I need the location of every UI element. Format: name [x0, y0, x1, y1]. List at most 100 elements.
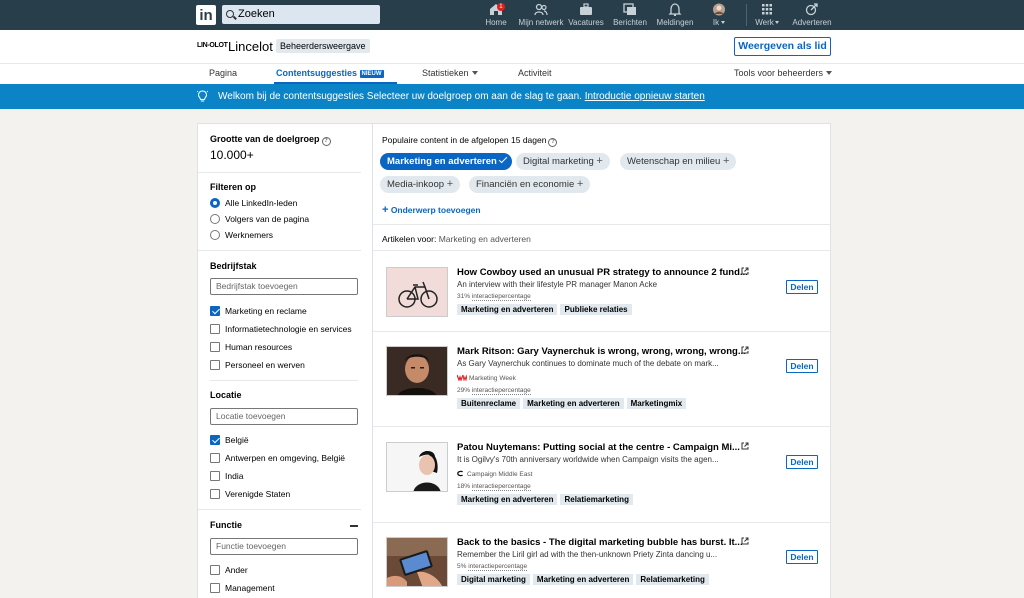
article-title[interactable]: Back to the basics - The digital marketi… — [457, 537, 747, 548]
topic-pill[interactable]: Digital marketing + — [516, 153, 610, 170]
function-input[interactable]: Functie toevoegen — [210, 538, 358, 555]
nav-messaging[interactable]: Berichten — [612, 3, 648, 27]
checkbox-industry[interactable]: Marketing en reclame — [210, 306, 307, 317]
ad-icon — [805, 3, 819, 16]
radio-all-members[interactable]: Alle LinkedIn-leden — [210, 198, 297, 209]
topic-label: Financiën en economie — [476, 179, 575, 190]
nav-home[interactable]: 1 Home — [484, 3, 508, 27]
nav-work[interactable]: Werk — [754, 3, 780, 27]
nav-advertise[interactable]: Adverteren — [790, 3, 834, 27]
help-icon[interactable]: ? — [548, 138, 558, 147]
radio-unselected[interactable] — [210, 214, 220, 224]
rate-label: interactiepercentage — [471, 387, 531, 395]
linkedin-logo[interactable]: in — [196, 5, 216, 25]
tab-statistics[interactable]: Statistieken — [422, 68, 478, 78]
checkbox-checked[interactable] — [210, 306, 220, 316]
tab-pagina[interactable]: Pagina — [209, 68, 237, 78]
location-input[interactable]: Locatie toevoegen — [210, 408, 358, 425]
external-link-icon[interactable] — [741, 346, 749, 354]
add-topic-button[interactable]: + Onderwerp toevoegen — [382, 204, 481, 216]
checkbox-location[interactable]: België — [210, 435, 249, 446]
share-button[interactable]: Delen — [786, 455, 818, 469]
phone-hands-image — [387, 538, 447, 586]
company-name[interactable]: Lincelot — [228, 39, 273, 54]
nav-network[interactable]: Mijn netwerk — [518, 3, 564, 27]
nav-jobs[interactable]: Vacatures — [568, 3, 604, 27]
checkbox-unchecked[interactable] — [210, 565, 220, 575]
external-link-icon[interactable] — [741, 267, 749, 275]
article-thumbnail[interactable] — [386, 346, 448, 396]
admin-tools-menu[interactable]: Tools voor beheerders — [734, 68, 833, 78]
topic-label: Wetenschap en milieu — [627, 156, 721, 167]
checkbox-unchecked[interactable] — [210, 342, 220, 352]
divider — [198, 509, 361, 510]
restart-intro-link[interactable]: Introductie opnieuw starten — [585, 91, 705, 102]
tab-activity[interactable]: Activiteit — [518, 68, 552, 78]
filter-panel: Grootte van de doelgroep? 10.000+ Filter… — [197, 123, 372, 598]
topic-pill[interactable]: Financiën en economie + — [469, 176, 591, 193]
radio-page-followers[interactable]: Volgers van de pagina — [210, 214, 309, 225]
share-button[interactable]: Delen — [786, 280, 818, 294]
article-tag: Publieke relaties — [560, 304, 632, 315]
article-subtitle: It is Ogilvy's 70th anniversary worldwid… — [457, 455, 719, 464]
view-as-member-button[interactable]: Weergeven als lid — [734, 37, 831, 56]
collapse-icon[interactable] — [350, 525, 358, 527]
checkbox-checked[interactable] — [210, 435, 220, 445]
checkbox-unchecked[interactable] — [210, 471, 220, 481]
share-button[interactable]: Delen — [786, 550, 818, 564]
article-thumbnail[interactable] — [386, 537, 448, 587]
rate-label: interactiepercentage — [471, 293, 531, 301]
topic-pill[interactable]: Media-inkoop + — [380, 176, 461, 193]
articles-label-text: Artikelen voor: — [382, 234, 437, 244]
search-icon — [226, 10, 234, 18]
checkbox-industry[interactable]: Personeel en werven — [210, 360, 305, 371]
radio-employees[interactable]: Werknemers — [210, 230, 273, 241]
checkbox-industry[interactable]: Human resources — [210, 342, 292, 353]
checkbox-unchecked[interactable] — [210, 453, 220, 463]
option-label: Marketing en reclame — [225, 306, 307, 316]
topic-label: Media-inkoop — [387, 179, 445, 190]
article-tag: Marketing en adverteren — [532, 574, 634, 585]
bell-icon — [668, 3, 682, 16]
industry-input[interactable]: Bedrijfstak toevoegen — [210, 278, 358, 295]
engagement-rate: 18% interactiepercentage — [457, 483, 531, 491]
nav-me[interactable]: Ik — [708, 3, 730, 27]
chevron-down-icon — [721, 21, 726, 24]
checkbox-function[interactable]: Ander — [210, 565, 248, 576]
checkbox-unchecked[interactable] — [210, 324, 220, 334]
nav-notifications[interactable]: Meldingen — [656, 3, 694, 27]
checkbox-industry[interactable]: Informatietechnologie en services — [210, 324, 352, 335]
checkbox-function[interactable]: Management — [210, 583, 275, 594]
article-thumbnail[interactable] — [386, 442, 448, 492]
checkbox-unchecked[interactable] — [210, 583, 220, 593]
topic-pill[interactable]: Wetenschap en milieu + — [620, 153, 737, 170]
avatar — [712, 3, 726, 16]
checkbox-location[interactable]: Verenigde Staten — [210, 489, 290, 500]
share-button[interactable]: Delen — [786, 359, 818, 373]
external-link-icon[interactable] — [741, 537, 749, 545]
article-title[interactable]: Mark Ritson: Gary Vaynerchuk is wrong, w… — [457, 346, 747, 357]
article-title[interactable]: Patou Nuytemans: Putting social at the c… — [457, 442, 747, 453]
messaging-icon — [623, 3, 637, 16]
article-title[interactable]: How Cowboy used an unusual PR strategy t… — [457, 267, 747, 278]
source-name: Marketing Week — [469, 375, 516, 382]
tab-content-suggestions[interactable]: Contentsuggesties NIEUW — [276, 68, 384, 78]
radio-selected[interactable] — [210, 198, 220, 208]
checkbox-unchecked[interactable] — [210, 360, 220, 370]
article-tags: Digital marketing Marketing en adverteren… — [457, 574, 712, 585]
external-link-icon[interactable] — [741, 442, 749, 450]
banner-text: Welkom bij de contentsuggesties Selectee… — [218, 91, 582, 102]
radio-unselected[interactable] — [210, 230, 220, 240]
article-tag: Marketing en adverteren — [523, 398, 624, 409]
checkbox-location[interactable]: India — [210, 471, 243, 482]
portrait-image — [387, 347, 447, 395]
banner-text-wrap: Welkom bij de contentsuggesties Selectee… — [218, 84, 705, 109]
topic-pill-selected[interactable]: Marketing en adverteren — [380, 153, 512, 170]
search-input[interactable]: Zoeken — [222, 5, 380, 24]
checkbox-unchecked[interactable] — [210, 489, 220, 499]
content-panel: Populaire content in de afgelopen 15 dag… — [372, 123, 831, 598]
help-icon[interactable]: ? — [321, 137, 331, 146]
checkbox-location[interactable]: Antwerpen en omgeving, België — [210, 453, 345, 464]
article-thumbnail[interactable] — [386, 267, 448, 317]
chevron-down-icon — [826, 71, 833, 75]
